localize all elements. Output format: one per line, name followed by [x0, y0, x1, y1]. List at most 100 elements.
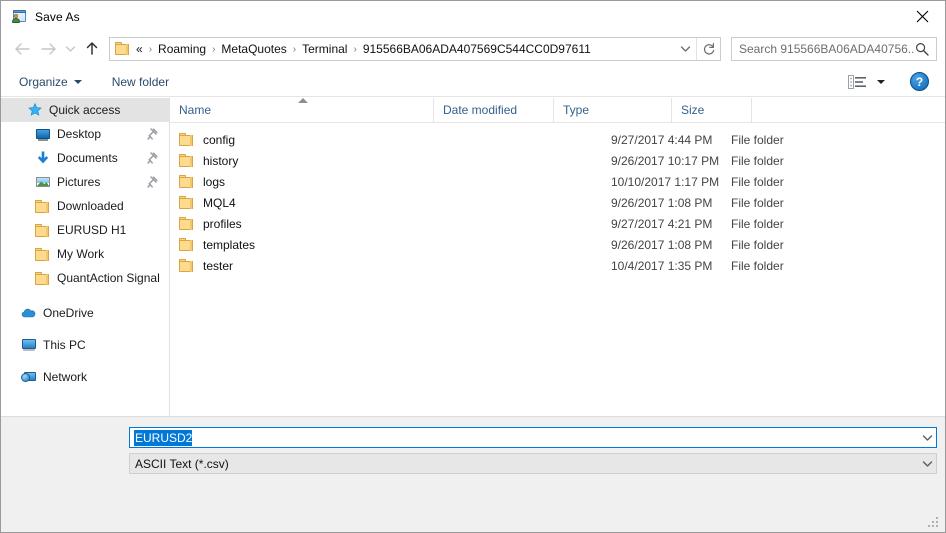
- file-name-label: logs: [203, 174, 226, 189]
- resize-grip[interactable]: [928, 517, 941, 530]
- table-row[interactable]: MQL4 9/26/2017 1:08 PM File folder: [170, 192, 945, 213]
- sidebar-item-onedrive[interactable]: OneDrive: [1, 301, 170, 325]
- window-title: Save As: [35, 9, 80, 24]
- table-row[interactable]: history 9/26/2017 10:17 PM File folder: [170, 150, 945, 171]
- search-input[interactable]: Search 915566BA06ADA40756...: [739, 42, 915, 56]
- sidebar-item-my-work[interactable]: My Work: [1, 242, 170, 266]
- chevron-down-icon: [680, 46, 690, 52]
- date-modified-cell: 9/27/2017 4:44 PM: [611, 132, 713, 147]
- sidebar-item-network[interactable]: Network: [1, 365, 170, 389]
- file-name-cell[interactable]: tester: [179, 259, 233, 273]
- network-icon: [21, 369, 37, 385]
- file-name-label: profiles: [203, 216, 242, 231]
- folder-icon: [179, 259, 195, 272]
- sidebar-item-desktop[interactable]: Desktop: [1, 122, 170, 146]
- save-as-type-select[interactable]: ASCII Text (*.csv): [129, 453, 937, 474]
- save-as-dialog: Save As « › Roaming › MetaQuotes › Termi…: [0, 0, 946, 533]
- folder-icon: [179, 154, 195, 167]
- sidebar-item-label: Network: [43, 370, 88, 384]
- column-header-date-modified[interactable]: Date modified: [434, 98, 554, 122]
- chevron-down-icon: [922, 434, 933, 441]
- file-name-cell[interactable]: MQL4: [179, 196, 236, 210]
- table-row[interactable]: tester 10/4/2017 1:35 PM File folder: [170, 255, 945, 276]
- sidebar-item-label: QuantAction Signal: [57, 271, 160, 285]
- column-header-row: Name Date modified Type Size: [170, 98, 945, 123]
- folder-icon: [179, 217, 195, 230]
- file-name-cell[interactable]: config: [179, 133, 235, 147]
- column-header-size[interactable]: Size: [672, 98, 752, 122]
- sidebar-item-quantaction-signal[interactable]: QuantAction Signal: [1, 266, 170, 290]
- new-folder-button[interactable]: New folder: [105, 70, 176, 94]
- breadcrumb-current-folder[interactable]: 915566BA06ADA407569C544CC0D97611: [362, 42, 592, 56]
- refresh-icon: [703, 43, 714, 55]
- organize-button[interactable]: Organize: [12, 70, 89, 94]
- up-arrow-icon: [86, 42, 98, 55]
- table-row[interactable]: logs 10/10/2017 1:17 PM File folder: [170, 171, 945, 192]
- this-pc-icon: [21, 337, 37, 353]
- sidebar-item-label: Quick access: [49, 103, 121, 117]
- help-label: ?: [915, 74, 924, 89]
- file-name-value[interactable]: EURUSD2: [134, 429, 193, 446]
- file-name-input[interactable]: EURUSD2: [129, 427, 937, 448]
- column-header-name[interactable]: Name: [170, 98, 434, 122]
- breadcrumb-separator: ›: [212, 43, 216, 55]
- type-cell: File folder: [731, 174, 784, 189]
- pin-icon[interactable]: [147, 176, 158, 188]
- address-bar[interactable]: « › Roaming › MetaQuotes › Terminal › 91…: [109, 37, 721, 61]
- sidebar-item-label: This PC: [43, 338, 86, 352]
- back-button[interactable]: [9, 36, 35, 62]
- view-options-icon: [848, 74, 866, 89]
- type-cell: File folder: [731, 153, 784, 168]
- sidebar-item-documents[interactable]: Documents: [1, 146, 170, 170]
- folder-icon: [35, 270, 51, 286]
- recent-locations-button[interactable]: [61, 36, 79, 62]
- file-name-label: MQL4: [203, 195, 236, 210]
- file-name-dropdown-button[interactable]: [919, 428, 936, 447]
- refresh-button[interactable]: [696, 38, 720, 60]
- breadcrumb-metaquotes[interactable]: MetaQuotes: [220, 42, 287, 56]
- table-row[interactable]: templates 9/26/2017 1:08 PM File folder: [170, 234, 945, 255]
- table-row[interactable]: config 9/27/2017 4:44 PM File folder: [170, 129, 945, 150]
- table-row[interactable]: profiles 9/27/2017 4:21 PM File folder: [170, 213, 945, 234]
- file-name-cell[interactable]: logs: [179, 175, 225, 189]
- sidebar-item-pictures[interactable]: Pictures: [1, 170, 170, 194]
- file-name-label: history: [203, 153, 239, 168]
- file-list-view: Name Date modified Type Size config 9/27…: [170, 98, 945, 416]
- sidebar-item-quick-access[interactable]: Quick access: [1, 98, 170, 122]
- search-icon: [915, 42, 929, 56]
- date-modified-cell: 10/10/2017 1:17 PM: [611, 174, 720, 189]
- file-name-label: config: [203, 132, 236, 147]
- close-button[interactable]: [899, 1, 945, 31]
- breadcrumb-overflow[interactable]: «: [135, 42, 144, 56]
- folder-icon: [35, 246, 51, 262]
- view-options-button[interactable]: [848, 71, 885, 93]
- sidebar-item-downloaded[interactable]: Downloaded: [1, 194, 170, 218]
- forward-button[interactable]: [35, 36, 61, 62]
- column-label: Date modified: [443, 103, 518, 117]
- search-box[interactable]: Search 915566BA06ADA40756...: [731, 37, 937, 61]
- pin-icon[interactable]: [147, 152, 158, 164]
- desktop-icon: [35, 126, 51, 142]
- file-name-cell[interactable]: profiles: [179, 217, 242, 231]
- sort-ascending-icon: [298, 98, 308, 103]
- sidebar-item-label: EURUSD H1: [57, 223, 127, 237]
- column-label: Type: [563, 103, 590, 117]
- breadcrumb-separator: ›: [148, 43, 153, 55]
- column-header-type[interactable]: Type: [554, 98, 672, 122]
- breadcrumb-terminal[interactable]: Terminal: [301, 42, 348, 56]
- help-button[interactable]: ?: [910, 72, 929, 91]
- sidebar-item-eurusd-h1[interactable]: EURUSD H1: [1, 218, 170, 242]
- sidebar-item-this-pc[interactable]: This PC: [1, 333, 170, 357]
- save-as-type-dropdown-button[interactable]: [919, 454, 936, 473]
- address-dropdown-button[interactable]: [674, 38, 696, 60]
- up-button[interactable]: [79, 36, 105, 62]
- save-as-type-value: ASCII Text (*.csv): [135, 456, 229, 471]
- file-name-cell[interactable]: history: [179, 154, 238, 168]
- breadcrumb-separator: ›: [292, 43, 297, 55]
- file-name-cell[interactable]: templates: [179, 238, 255, 252]
- breadcrumb-roaming[interactable]: Roaming: [157, 42, 207, 56]
- pin-icon[interactable]: [147, 128, 158, 140]
- back-arrow-icon: [14, 43, 30, 55]
- type-cell: File folder: [731, 258, 784, 273]
- save-as-icon: [11, 9, 27, 25]
